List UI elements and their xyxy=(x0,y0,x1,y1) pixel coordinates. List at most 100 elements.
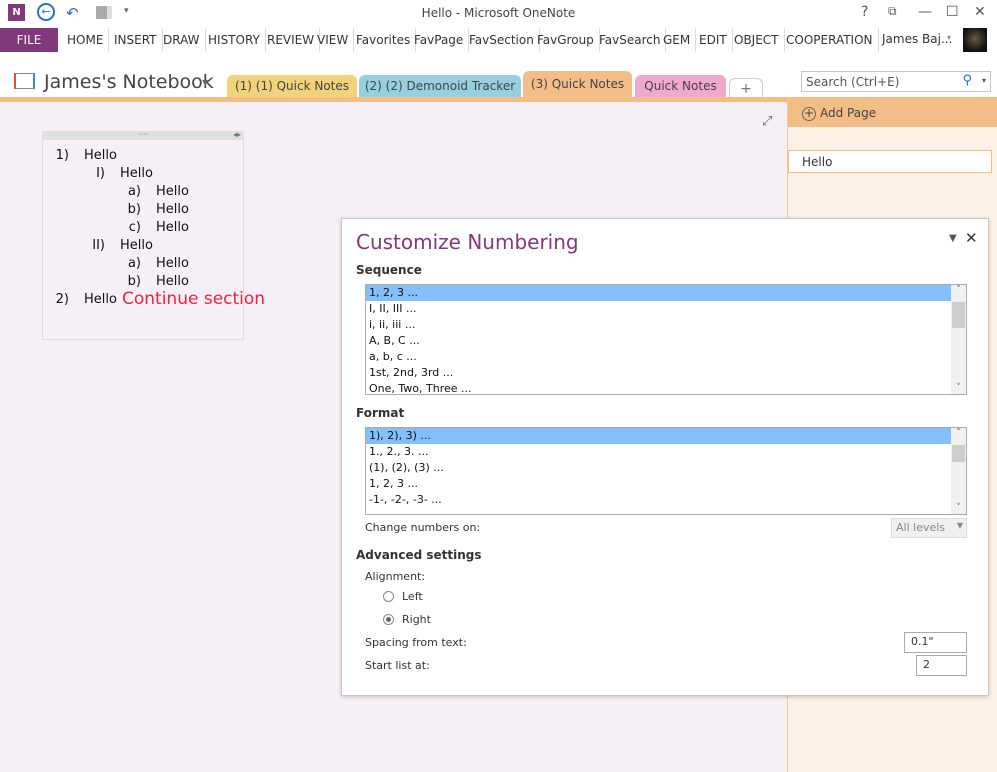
tab-edit[interactable]: EDIT xyxy=(694,28,733,52)
sequence-heading: Sequence xyxy=(356,263,422,277)
tab-home[interactable]: HOME xyxy=(62,28,110,52)
advanced-settings-heading: Advanced settings xyxy=(356,548,482,562)
expand-icon[interactable]: ⤢ xyxy=(762,114,772,129)
resize-handle-icon: ◂▸ xyxy=(232,130,241,139)
tab-gem[interactable]: GEM xyxy=(658,28,697,52)
close-pane-icon[interactable]: ✕ xyxy=(965,229,978,247)
continue-section-annotation: Continue section xyxy=(122,289,266,309)
note-drag-handle[interactable]: ···· ◂▸ xyxy=(43,130,243,140)
search-scope-dropdown[interactable]: ▾ xyxy=(982,76,986,85)
search-placeholder: Search (Ctrl+E) xyxy=(806,75,900,89)
tab-favsearch[interactable]: FavSearch xyxy=(594,28,667,52)
format-heading: Format xyxy=(356,406,405,420)
list-item[interactable]: Hello xyxy=(156,274,189,289)
format-listbox[interactable]: 1), 2), 3) ... 1., 2., 3. ... (1), (2), … xyxy=(365,427,967,515)
search-input[interactable]: Search (Ctrl+E) ⚲ ▾ xyxy=(801,71,991,92)
user-name[interactable]: James Baj... xyxy=(882,32,952,46)
format-scrollbar[interactable]: ˄ ˅ xyxy=(951,428,966,514)
format-option[interactable]: -1-, -2-, -3- ... xyxy=(366,492,966,508)
close-button[interactable]: ✕ xyxy=(974,4,986,20)
change-numbers-dropdown[interactable]: All levels ▼ xyxy=(891,518,967,538)
user-avatar[interactable] xyxy=(963,28,987,52)
window-title: Hello - Microsoft OneNote xyxy=(421,6,576,20)
list-item[interactable]: Hello xyxy=(84,292,117,307)
tab-cooperation[interactable]: COOPERATION xyxy=(781,28,879,52)
format-option[interactable]: 1., 2., 3. ... xyxy=(366,444,966,460)
scroll-down-icon: ˅ xyxy=(956,383,961,393)
sequence-option[interactable]: 1st, 2nd, 3rd ... xyxy=(366,365,966,381)
add-section-button[interactable]: + xyxy=(729,78,763,98)
spacing-input[interactable]: 0.1" xyxy=(904,632,967,653)
list-item[interactable]: Hello xyxy=(120,238,153,253)
notebook-icon xyxy=(14,73,35,89)
start-list-input[interactable]: 2 xyxy=(916,655,967,676)
user-menu-caret[interactable]: ▾ xyxy=(947,33,951,42)
list-number: b) xyxy=(127,274,141,289)
tab-object[interactable]: OBJECT xyxy=(729,28,785,52)
sequence-option[interactable]: i, ii, iii ... xyxy=(366,317,966,333)
tab-favpage[interactable]: FavPage xyxy=(409,28,470,52)
tab-favsection[interactable]: FavSection xyxy=(464,28,540,52)
list-item[interactable]: Hello xyxy=(156,202,189,217)
start-list-label: Start list at: xyxy=(365,659,430,672)
dialog-title: Customize Numbering xyxy=(356,230,579,254)
list-item[interactable]: Hello xyxy=(156,256,189,271)
align-right-label[interactable]: Right xyxy=(402,613,431,626)
notebook-dropdown-icon[interactable]: ▾ xyxy=(202,75,208,89)
sequence-option[interactable]: a, b, c ... xyxy=(366,349,966,365)
sequence-option[interactable]: A, B, C ... xyxy=(366,333,966,349)
list-number: 2) xyxy=(55,292,69,307)
maximize-button[interactable]: ☐ xyxy=(946,4,959,20)
sequence-option[interactable]: I, II, III ... xyxy=(366,301,966,317)
format-option[interactable]: 1, 2, 3 ... xyxy=(366,476,966,492)
format-option[interactable]: 1), 2), 3) ... xyxy=(366,428,966,444)
pane-options-icon[interactable]: ▼ xyxy=(949,233,957,244)
list-item[interactable]: Hello xyxy=(84,148,117,163)
page-item-hello[interactable]: Hello xyxy=(788,150,992,173)
list-number: b) xyxy=(127,202,141,217)
tab-view[interactable]: VIEW xyxy=(312,28,355,52)
alignment-label: Alignment: xyxy=(365,570,426,583)
sequence-option[interactable]: One, Two, Three ... xyxy=(366,381,966,394)
tab-insert[interactable]: INSERT xyxy=(109,28,163,52)
search-icon[interactable]: ⚲ xyxy=(962,73,972,88)
spacing-label: Spacing from text: xyxy=(365,636,467,649)
list-item[interactable]: Hello xyxy=(120,166,153,181)
change-numbers-value: All levels xyxy=(896,521,946,534)
list-number: I) xyxy=(96,166,105,181)
sequence-listbox[interactable]: 1, 2, 3 ... I, II, III ... i, ii, iii ..… xyxy=(365,284,967,395)
title-bar: N ← ↶ ▾ Hello - Microsoft OneNote ? ⧉ — … xyxy=(0,0,997,28)
list-item[interactable]: Hello xyxy=(156,184,189,199)
tab-favgroup[interactable]: FavGroup xyxy=(532,28,600,52)
scroll-thumb[interactable] xyxy=(952,302,965,328)
list-number: 1) xyxy=(55,148,69,163)
sequence-scrollbar[interactable]: ˄ ˅ xyxy=(951,285,966,394)
format-option[interactable]: (1), (2), (3) ... xyxy=(366,460,966,476)
scroll-thumb[interactable] xyxy=(952,445,965,462)
dropdown-arrow-icon: ▼ xyxy=(956,521,963,530)
add-page-button[interactable]: + Add Page xyxy=(788,102,997,127)
align-right-radio[interactable] xyxy=(383,614,394,625)
minimize-button[interactable]: — xyxy=(918,4,932,20)
section-tab-2[interactable]: (2) (2) Demonoid Tracker xyxy=(359,75,521,98)
help-button[interactable]: ? xyxy=(861,4,868,20)
add-page-label: Add Page xyxy=(820,106,877,120)
section-tab-1[interactable]: (1) (1) Quick Notes xyxy=(227,75,357,98)
align-left-radio[interactable] xyxy=(383,591,394,602)
section-tab-3-active[interactable]: (3) Quick Notes xyxy=(523,71,632,98)
ribbon-tabs: FILE HOME INSERT DRAW HISTORY REVIEW VIE… xyxy=(0,28,997,52)
list-item[interactable]: Hello xyxy=(156,220,189,235)
list-number: a) xyxy=(127,256,141,271)
align-left-label[interactable]: Left xyxy=(402,590,423,603)
section-tab-4[interactable]: Quick Notes xyxy=(635,75,726,98)
tab-file[interactable]: FILE xyxy=(0,28,58,52)
sequence-option[interactable]: 1, 2, 3 ... xyxy=(366,285,966,301)
ribbon-display-button[interactable]: ⧉ xyxy=(888,4,897,19)
notebook-name[interactable]: James's Notebook xyxy=(44,71,214,93)
note-container[interactable]: ···· ◂▸ 1) Hello I) Hello a) Hello b) Hel… xyxy=(42,130,265,340)
tab-draw[interactable]: DRAW xyxy=(158,28,206,52)
list-number: c) xyxy=(128,220,141,235)
tab-history[interactable]: HISTORY xyxy=(203,28,266,52)
scroll-down-icon: ˅ xyxy=(956,503,961,513)
tab-favorites[interactable]: Favorites xyxy=(351,28,417,52)
